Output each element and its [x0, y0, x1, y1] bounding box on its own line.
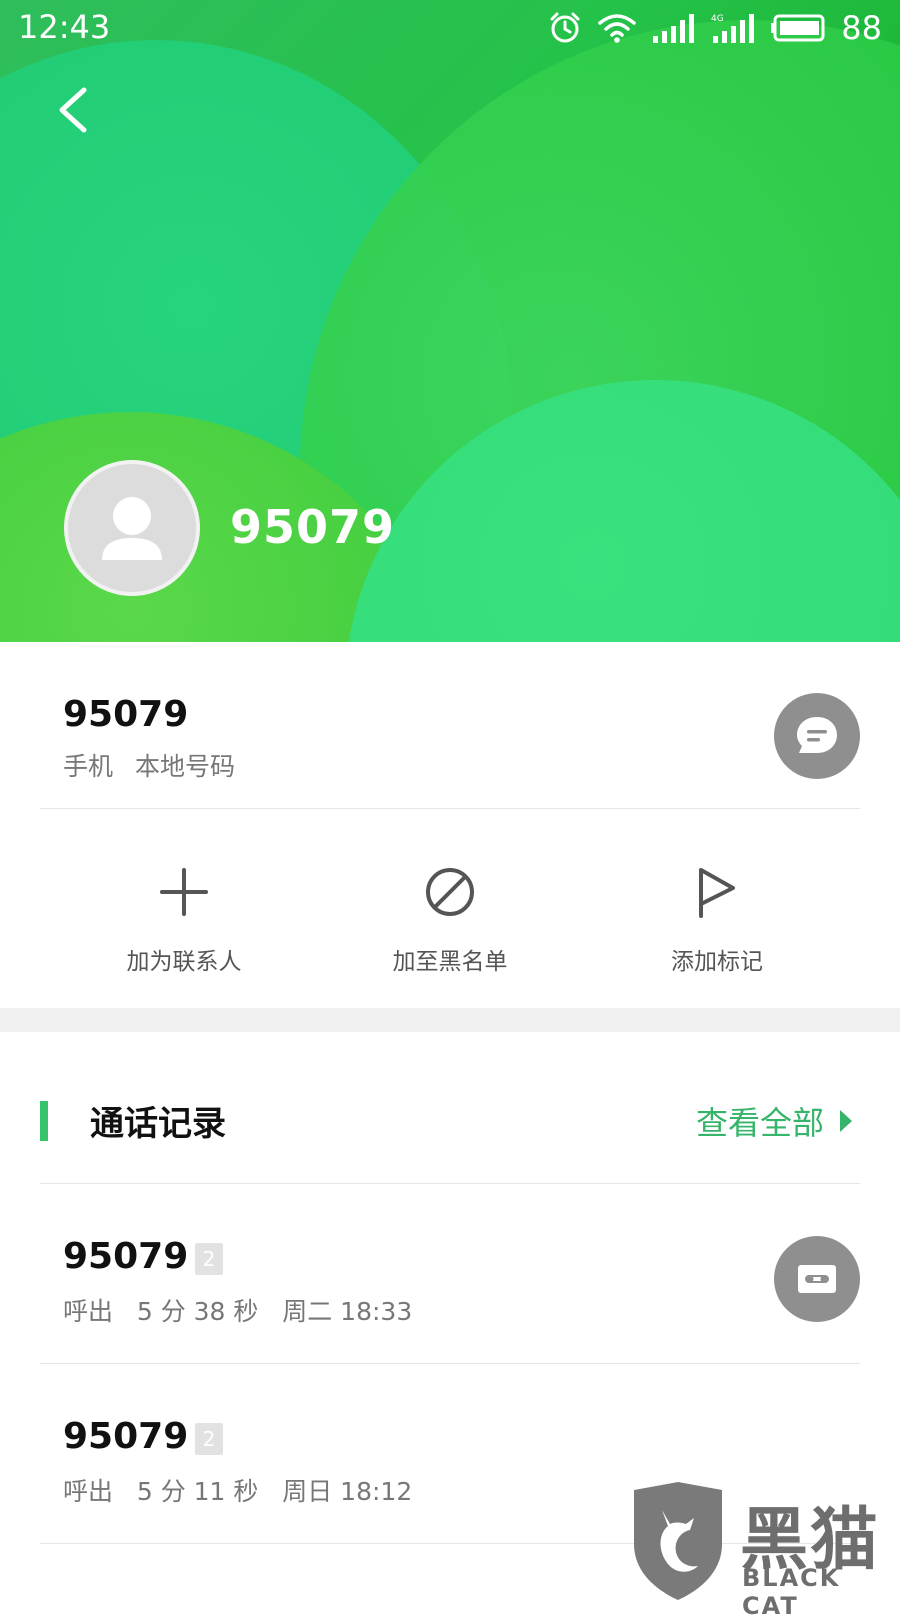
add-contact-button[interactable]: 加为联系人 [74, 862, 294, 982]
view-all-link[interactable]: 查看全部 [696, 1098, 854, 1144]
back-button[interactable] [50, 82, 94, 138]
block-icon [426, 868, 474, 916]
status-bar: 12:43 4G 88 [0, 0, 900, 56]
flag-icon [699, 868, 735, 918]
call-number: 95079 [63, 1236, 189, 1277]
add-tag-button[interactable]: 添加标记 [607, 862, 827, 982]
section-separator [0, 1008, 900, 1032]
call-recording-button[interactable] [774, 1236, 860, 1322]
recording-icon [798, 1265, 836, 1293]
add-to-blacklist-button[interactable]: 加至黑名单 [340, 862, 560, 982]
number-card: 95079 手机 本地号码 加为联系人 加至黑名单 添加标记 [0, 642, 900, 1007]
call-number: 95079 [63, 1416, 189, 1457]
person-icon [102, 497, 162, 560]
section-accent-bar [40, 1101, 48, 1141]
chevron-left-icon [59, 87, 87, 133]
phone-number[interactable]: 95079 [63, 694, 188, 735]
header-phone-number: 95079 [230, 500, 396, 554]
action-row: 加为联系人 加至黑名单 添加标记 [0, 862, 900, 992]
call-detail: 呼出 5 分 11 秒 周日 18:12 [63, 1477, 413, 1506]
black-cat-logo-icon [634, 1482, 722, 1600]
view-all-label: 查看全部 [695, 1104, 824, 1142]
battery-percent: 88 [841, 9, 882, 47]
status-time: 12:43 [18, 8, 111, 46]
divider [40, 808, 860, 809]
watermark-subtext: BLACK CAT [742, 1564, 841, 1620]
call-log-header: 通话记录 查看全部 [0, 1032, 900, 1184]
header-banner: 12:43 4G 88 95079 [0, 0, 900, 642]
call-detail: 呼出 5 分 38 秒 周二 18:33 [63, 1297, 413, 1326]
message-icon [797, 717, 837, 753]
battery-icon [771, 14, 825, 42]
caret-right-icon [840, 1110, 852, 1132]
svg-text:4G: 4G [711, 14, 724, 24]
number-type: 手机 [63, 752, 114, 781]
wifi-icon [598, 14, 637, 43]
alarm-icon [550, 12, 580, 43]
number-info: 手机 本地号码 [63, 747, 235, 783]
signal-4g-icon: 4G [711, 14, 755, 43]
send-message-button[interactable] [774, 693, 860, 779]
add-to-blacklist-label: 加至黑名单 [392, 949, 508, 975]
call-log-entry[interactable]: 95079 2 呼出 5 分 38 秒 周二 18:33 [0, 1184, 900, 1364]
avatar [64, 460, 200, 596]
watermark: 黑猫 BLACK CAT [628, 1482, 898, 1620]
sim-badge: 2 [195, 1423, 223, 1455]
number-location: 本地号码 [135, 752, 236, 781]
add-contact-label: 加为联系人 [126, 949, 242, 975]
plus-icon [160, 868, 208, 916]
call-log-title: 通话记录 [90, 1104, 226, 1144]
signal-icon [653, 14, 695, 43]
add-tag-label: 添加标记 [671, 949, 763, 975]
status-icons: 4G 88 [547, 8, 882, 48]
sim-badge: 2 [195, 1243, 223, 1275]
